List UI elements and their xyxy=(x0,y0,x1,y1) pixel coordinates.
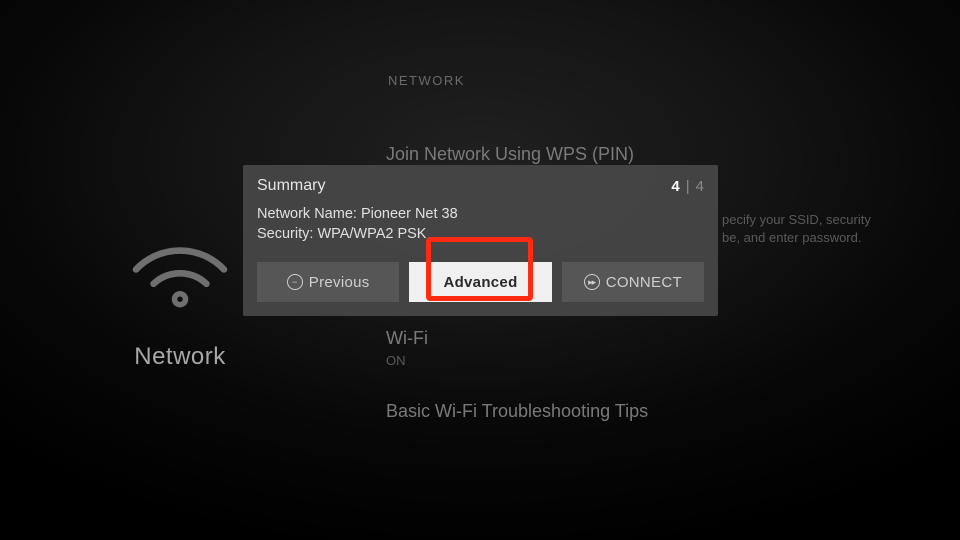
step-current: 4 xyxy=(671,178,679,195)
security-label: Security: xyxy=(257,226,317,242)
connect-label: CONNECT xyxy=(606,274,682,291)
settings-item-title: Basic Wi-Fi Troubleshooting Tips xyxy=(386,401,648,422)
previous-button[interactable]: − Previous xyxy=(257,262,399,302)
modal-title: Summary xyxy=(257,177,325,195)
modal-body: Network Name: Pioneer Net 38 Security: W… xyxy=(257,205,704,244)
sidebar-title: Network xyxy=(134,343,226,371)
wifi-icon xyxy=(125,209,235,319)
step-counter: 4 | 4 xyxy=(671,178,704,195)
settings-item-title: Wi-Fi xyxy=(386,328,428,349)
network-name-value: Pioneer Net 38 xyxy=(361,206,458,222)
settings-item-wps[interactable]: Join Network Using WPS (PIN) xyxy=(386,144,634,165)
settings-item-title: Join Network Using WPS (PIN) xyxy=(386,144,634,165)
summary-modal: Summary 4 | 4 Network Name: Pioneer Net … xyxy=(243,165,718,316)
advanced-label: Advanced xyxy=(443,274,517,291)
network-name-row: Network Name: Pioneer Net 38 xyxy=(257,205,704,225)
connect-button[interactable]: ▸▸ CONNECT xyxy=(562,262,704,302)
previous-label: Previous xyxy=(309,274,370,291)
step-total: 4 xyxy=(696,178,704,195)
security-value: WPA/WPA2 PSK xyxy=(317,226,426,242)
previous-icon: − xyxy=(287,274,303,290)
settings-item-wifi[interactable]: Wi-Fi ON xyxy=(386,328,428,370)
network-name-label: Network Name: xyxy=(257,206,361,222)
advanced-button[interactable]: Advanced xyxy=(409,262,551,302)
security-row: Security: WPA/WPA2 PSK xyxy=(257,225,704,245)
modal-header: Summary 4 | 4 xyxy=(257,177,704,195)
settings-item-troubleshooting[interactable]: Basic Wi-Fi Troubleshooting Tips xyxy=(386,401,648,422)
connect-icon: ▸▸ xyxy=(584,274,600,290)
modal-actions: − Previous Advanced ▸▸ CONNECT xyxy=(257,262,704,302)
network-settings-screen: Network NETWORK Join Network Using WPS (… xyxy=(0,0,960,540)
step-separator: | xyxy=(686,178,690,195)
settings-item-subtitle-fragment: pecify your SSID, security be, and enter… xyxy=(722,211,922,246)
panel-heading: NETWORK xyxy=(388,73,465,88)
settings-item-subtitle: ON xyxy=(386,352,428,370)
